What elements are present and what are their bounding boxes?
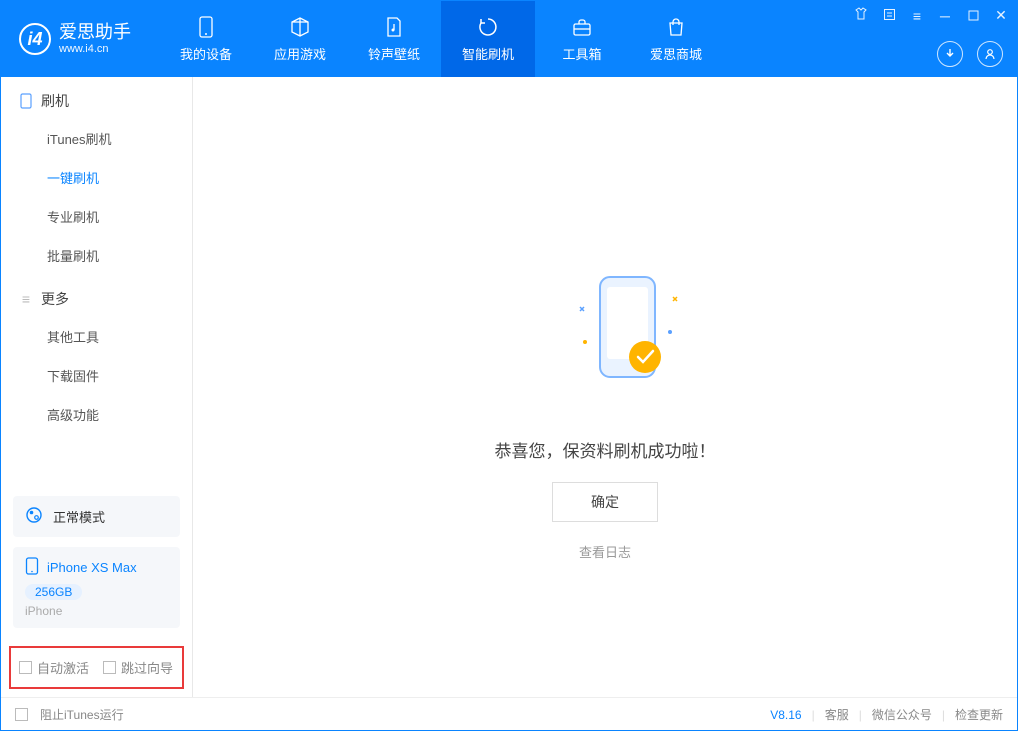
tab-ringtones-wallpapers[interactable]: 铃声壁纸: [347, 1, 441, 77]
status-bar: 阻止iTunes运行 V8.16 | 客服 | 微信公众号 | 检查更新: [1, 697, 1017, 731]
main-tabs: 我的设备 应用游戏 铃声壁纸 智能刷机 工具箱 爱思商城: [159, 1, 723, 77]
sidebar: 刷机 iTunes刷机 一键刷机 专业刷机 批量刷机 ≡ 更多 其他工具 下载固…: [1, 77, 193, 697]
checkbox-label: 跳过向导: [121, 658, 173, 677]
section-title: 刷机: [41, 91, 69, 111]
mode-icon: [25, 506, 43, 527]
section-title: 更多: [41, 289, 69, 309]
tab-label: 应用游戏: [274, 44, 326, 63]
tab-label: 铃声壁纸: [368, 44, 420, 63]
user-button[interactable]: [977, 41, 1003, 67]
checkbox-skip-guide[interactable]: 跳过向导: [103, 658, 173, 677]
menu-icon[interactable]: ≡: [909, 8, 925, 24]
tab-my-device[interactable]: 我的设备: [159, 1, 253, 77]
shirt-icon[interactable]: [853, 7, 869, 24]
toolbox-icon: [571, 16, 593, 38]
app-url: www.i4.cn: [59, 43, 131, 55]
phone-small-icon: [19, 94, 33, 108]
checkbox-icon: [15, 708, 28, 721]
maximize-button[interactable]: [965, 8, 981, 24]
success-message: 恭喜您，保资料刷机成功啦！: [495, 437, 716, 462]
footer-link-wechat[interactable]: 微信公众号: [872, 706, 932, 723]
tab-apps-games[interactable]: 应用游戏: [253, 1, 347, 77]
window-controls: ≡ ─ ✕: [853, 7, 1009, 24]
device-icon: [25, 557, 39, 578]
sidebar-item-other-tools[interactable]: 其他工具: [1, 317, 192, 356]
close-button[interactable]: ✕: [993, 7, 1009, 24]
version-label: V8.16: [770, 708, 801, 722]
tab-label: 智能刷机: [462, 44, 514, 63]
checkbox-label: 阻止iTunes运行: [40, 706, 124, 723]
sidebar-item-pro-flash[interactable]: 专业刷机: [1, 197, 192, 236]
app-logo: i4 爱思助手 www.i4.cn: [1, 23, 149, 55]
checkbox-icon: [19, 661, 32, 674]
separator: |: [859, 708, 862, 722]
footer-link-update[interactable]: 检查更新: [955, 706, 1003, 723]
tab-store[interactable]: 爱思商城: [629, 1, 723, 77]
sidebar-section-flash: 刷机: [1, 77, 192, 119]
device-card[interactable]: iPhone XS Max 256GB iPhone: [13, 547, 180, 628]
music-file-icon: [383, 16, 405, 38]
device-name: iPhone XS Max: [47, 560, 137, 575]
app-name: 爱思助手: [59, 23, 131, 43]
download-button[interactable]: [937, 41, 963, 67]
sidebar-item-oneclick-flash[interactable]: 一键刷机: [1, 158, 192, 197]
checkbox-block-itunes[interactable]: 阻止iTunes运行: [15, 706, 124, 723]
mode-card[interactable]: 正常模式: [13, 496, 180, 537]
device-type: iPhone: [25, 604, 168, 618]
view-log-link[interactable]: 查看日志: [579, 542, 631, 561]
checkbox-icon: [103, 661, 116, 674]
footer-link-support[interactable]: 客服: [825, 706, 849, 723]
separator: |: [942, 708, 945, 722]
mode-label: 正常模式: [53, 507, 105, 526]
checkbox-auto-activate[interactable]: 自动激活: [19, 658, 89, 677]
tab-label: 工具箱: [562, 44, 601, 63]
header-right-actions: [937, 41, 1003, 67]
sidebar-item-download-firmware[interactable]: 下载固件: [1, 356, 192, 395]
main-content: 恭喜您，保资料刷机成功啦！ 确定 查看日志: [193, 77, 1017, 697]
logo-icon: i4: [19, 23, 51, 55]
tab-toolbox[interactable]: 工具箱: [535, 1, 629, 77]
separator: |: [812, 708, 815, 722]
tab-label: 爱思商城: [650, 44, 702, 63]
sidebar-section-more: ≡ 更多: [1, 275, 192, 317]
app-header: i4 爱思助手 www.i4.cn 我的设备 应用游戏 铃声壁纸 智能刷机 工具…: [1, 1, 1017, 77]
sidebar-item-batch-flash[interactable]: 批量刷机: [1, 236, 192, 275]
success-illustration: [545, 267, 665, 417]
flash-options-box: 自动激活 跳过向导: [9, 646, 184, 689]
minimize-button[interactable]: ─: [937, 8, 953, 24]
device-capacity: 256GB: [25, 584, 82, 600]
phone-icon: [195, 16, 217, 38]
tab-smart-flash[interactable]: 智能刷机: [441, 1, 535, 77]
list-icon: ≡: [19, 292, 33, 306]
sidebar-item-advanced[interactable]: 高级功能: [1, 395, 192, 434]
bag-icon: [665, 16, 687, 38]
note-icon[interactable]: [881, 8, 897, 24]
sidebar-item-itunes-flash[interactable]: iTunes刷机: [1, 119, 192, 158]
app-body: 刷机 iTunes刷机 一键刷机 专业刷机 批量刷机 ≡ 更多 其他工具 下载固…: [1, 77, 1017, 697]
refresh-shield-icon: [477, 16, 499, 38]
checkbox-label: 自动激活: [37, 658, 89, 677]
tab-label: 我的设备: [180, 44, 232, 63]
cube-icon: [289, 16, 311, 38]
confirm-button[interactable]: 确定: [552, 482, 658, 522]
